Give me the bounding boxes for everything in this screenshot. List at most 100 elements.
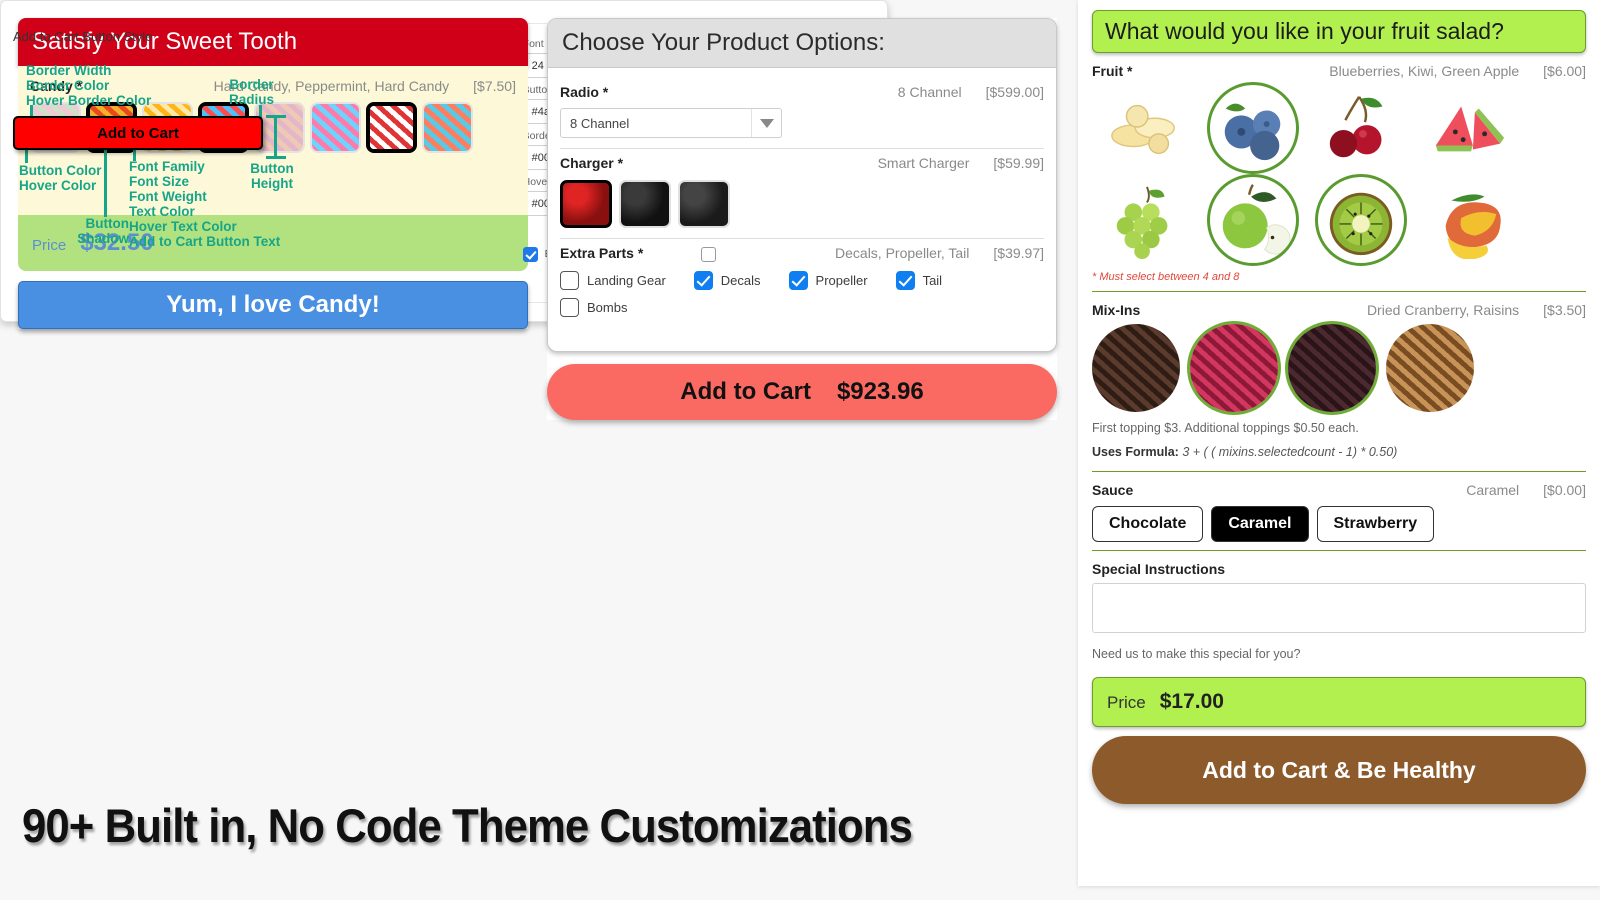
product-add-to-cart-button[interactable]: Add to Cart $923.96 bbox=[547, 364, 1057, 420]
candy-thumb-sour-gummy-straws[interactable] bbox=[422, 102, 473, 153]
charger-thumb-smart-charger-red[interactable] bbox=[560, 180, 612, 228]
fruit-salad-widget: What would you like in your fruit salad?… bbox=[1078, 0, 1600, 886]
product-options-card: Choose Your Product Options: Radio * 8 Ch… bbox=[547, 18, 1057, 352]
annotation-top-right: Border Radius bbox=[229, 77, 274, 107]
diagram-title: Add to Cart Button Style bbox=[13, 29, 153, 44]
annotation-line: Font Weight bbox=[129, 189, 207, 204]
product-cta-label: Add to Cart bbox=[680, 378, 811, 405]
leader-line-button-shadow bbox=[104, 149, 107, 217]
mixin-option-almonds[interactable] bbox=[1386, 324, 1474, 412]
section-selected-text: Smart Charger bbox=[877, 155, 970, 171]
mixin-option-raisins[interactable] bbox=[1288, 324, 1376, 412]
checkbox-box[interactable] bbox=[895, 271, 915, 290]
checkbox-item-tail[interactable]: Tail bbox=[895, 271, 942, 290]
green-grapes-icon bbox=[1116, 186, 1168, 259]
sauce-button-caramel[interactable]: Caramel bbox=[1211, 506, 1309, 542]
checkbox-label: Bombs bbox=[587, 300, 628, 315]
fruit-option-green-apple[interactable] bbox=[1200, 174, 1306, 266]
checkbox-label: Propeller bbox=[815, 273, 868, 288]
sauce-section-header: Sauce Caramel [$0.00] bbox=[1092, 482, 1586, 498]
sauce-selected-text: Caramel bbox=[1466, 482, 1520, 498]
section-selected-text: 8 Channel bbox=[897, 84, 962, 100]
leader-line-button-height bbox=[274, 115, 277, 159]
special-instructions-help: Need us to make this special for you? bbox=[1092, 647, 1301, 661]
fruit-add-to-cart-button[interactable]: Add to Cart & Be Healthy bbox=[1092, 736, 1586, 804]
toggle-box[interactable] bbox=[701, 246, 717, 262]
annotation-line: Border bbox=[229, 77, 274, 92]
input-value: 24 bbox=[531, 59, 544, 72]
checkbox-item-decals[interactable]: Decals bbox=[693, 271, 761, 290]
checkbox-box[interactable] bbox=[560, 298, 579, 317]
product-cta-price: $923.96 bbox=[836, 378, 924, 405]
mango-icon bbox=[1445, 194, 1501, 259]
fruit-validation-note: * Must select between 4 and 8 bbox=[1092, 271, 1240, 283]
fruit-salad-title: What would you like in your fruit salad? bbox=[1092, 10, 1586, 53]
chevron-down-icon[interactable] bbox=[751, 109, 781, 137]
checkbox-item-bombs[interactable]: Bombs bbox=[560, 298, 627, 317]
cherries-icon bbox=[1329, 96, 1383, 158]
special-instructions-section: Special Instructions Need us to make thi… bbox=[1092, 551, 1586, 669]
section-header: Charger * Smart Charger [$59.99] bbox=[560, 155, 1044, 171]
section-label: Extra Parts * bbox=[560, 245, 644, 261]
banana-icon bbox=[1111, 104, 1175, 155]
checkbox-item-propeller[interactable]: Propeller bbox=[788, 271, 868, 290]
radio-channel-dropdown[interactable]: 8 Channel bbox=[560, 108, 782, 138]
checkbox-label: Decals bbox=[720, 273, 761, 288]
checkbox-box[interactable] bbox=[693, 271, 713, 290]
fruit-section: Fruit * Blueberries, Kiwi, Green Apple [… bbox=[1092, 53, 1586, 292]
charger-thumbnail-list bbox=[560, 180, 1044, 228]
annotation-line: Button bbox=[85, 216, 129, 231]
fruit-option-mango[interactable] bbox=[1416, 175, 1522, 265]
section-header: Radio * 8 Channel [$599.00] bbox=[560, 84, 1044, 100]
product-options-widget: Choose Your Product Options: Radio * 8 Ch… bbox=[547, 18, 1057, 420]
selection-ring bbox=[1315, 174, 1407, 266]
fruit-option-blueberries[interactable] bbox=[1200, 82, 1306, 174]
mixins-section-header: Mix-Ins Dried Cranberry, Raisins [$3.50] bbox=[1092, 302, 1586, 318]
mixins-image-list bbox=[1092, 324, 1586, 412]
fruit-price-label: Price bbox=[1107, 693, 1146, 712]
fruit-image-grid bbox=[1092, 82, 1586, 266]
special-instructions-input[interactable] bbox=[1092, 583, 1586, 633]
mixin-option-dried-cranberry[interactable] bbox=[1190, 324, 1278, 412]
fruit-label: Fruit * bbox=[1092, 63, 1133, 79]
sour-gummy-straws-image bbox=[424, 104, 471, 151]
annotation-line: Border Color bbox=[26, 78, 110, 93]
toggle-box[interactable] bbox=[522, 246, 538, 262]
annotation-line: Radius bbox=[229, 92, 275, 107]
watermelon-icon bbox=[1435, 106, 1505, 152]
checkbox-box[interactable] bbox=[560, 271, 579, 290]
leader-line-button-color bbox=[25, 149, 28, 163]
checkbox-label: Landing Gear bbox=[587, 273, 666, 288]
button-style-diagram: Add to Cart Button Style Border Width Bor… bbox=[1, 1, 319, 321]
candy-thumb-peppermint-candy-cane[interactable] bbox=[366, 102, 417, 153]
checkbox-box[interactable] bbox=[788, 271, 808, 290]
fruit-option-kiwi[interactable] bbox=[1308, 174, 1414, 266]
fruit-option-watermelon[interactable] bbox=[1416, 83, 1522, 173]
mixins-formula: Uses Formula: 3 + ( ( mixins.selectedcou… bbox=[1092, 445, 1586, 459]
mixins-selected-text: Dried Cranberry, Raisins bbox=[1366, 302, 1520, 318]
height-tick-bottom bbox=[266, 156, 286, 159]
mixins-price: [$3.50] bbox=[1543, 302, 1586, 318]
fruit-option-cherries[interactable] bbox=[1308, 83, 1414, 173]
annotation-line: Shadow bbox=[77, 231, 129, 246]
charger-thumb-charger-black-dome[interactable] bbox=[619, 180, 671, 228]
sauce-section: Sauce Caramel [$0.00] Chocolate Caramel St… bbox=[1092, 472, 1586, 551]
sauce-price: [$0.00] bbox=[1543, 482, 1586, 498]
mixins-section: Mix-Ins Dried Cranberry, Raisins [$3.50]… bbox=[1092, 292, 1586, 472]
section-label: Radio * bbox=[560, 84, 609, 100]
fruit-option-banana[interactable] bbox=[1092, 83, 1198, 173]
mixin-option-chocolate-chips[interactable] bbox=[1092, 324, 1180, 412]
annotation-line: Button Color bbox=[19, 163, 102, 178]
annotation-bottom-right: Button Height bbox=[247, 161, 297, 191]
height-tick-top bbox=[266, 115, 286, 118]
fruit-selected-text: Blueberries, Kiwi, Green Apple bbox=[1329, 63, 1520, 79]
fruit-option-green-grapes[interactable] bbox=[1092, 175, 1198, 265]
jelly-bean-mix-image bbox=[312, 104, 359, 151]
checkbox-item-landing-gear[interactable]: Landing Gear bbox=[560, 271, 666, 290]
charger-thumb-charger-black-panel[interactable] bbox=[678, 180, 730, 228]
sauce-button-strawberry[interactable]: Strawberry bbox=[1316, 506, 1435, 542]
annotation-line: Button bbox=[250, 161, 294, 176]
section-label: Charger * bbox=[560, 155, 624, 171]
sauce-button-chocolate[interactable]: Chocolate bbox=[1092, 506, 1204, 542]
demo-add-to-cart-button: Add to Cart bbox=[13, 116, 263, 150]
